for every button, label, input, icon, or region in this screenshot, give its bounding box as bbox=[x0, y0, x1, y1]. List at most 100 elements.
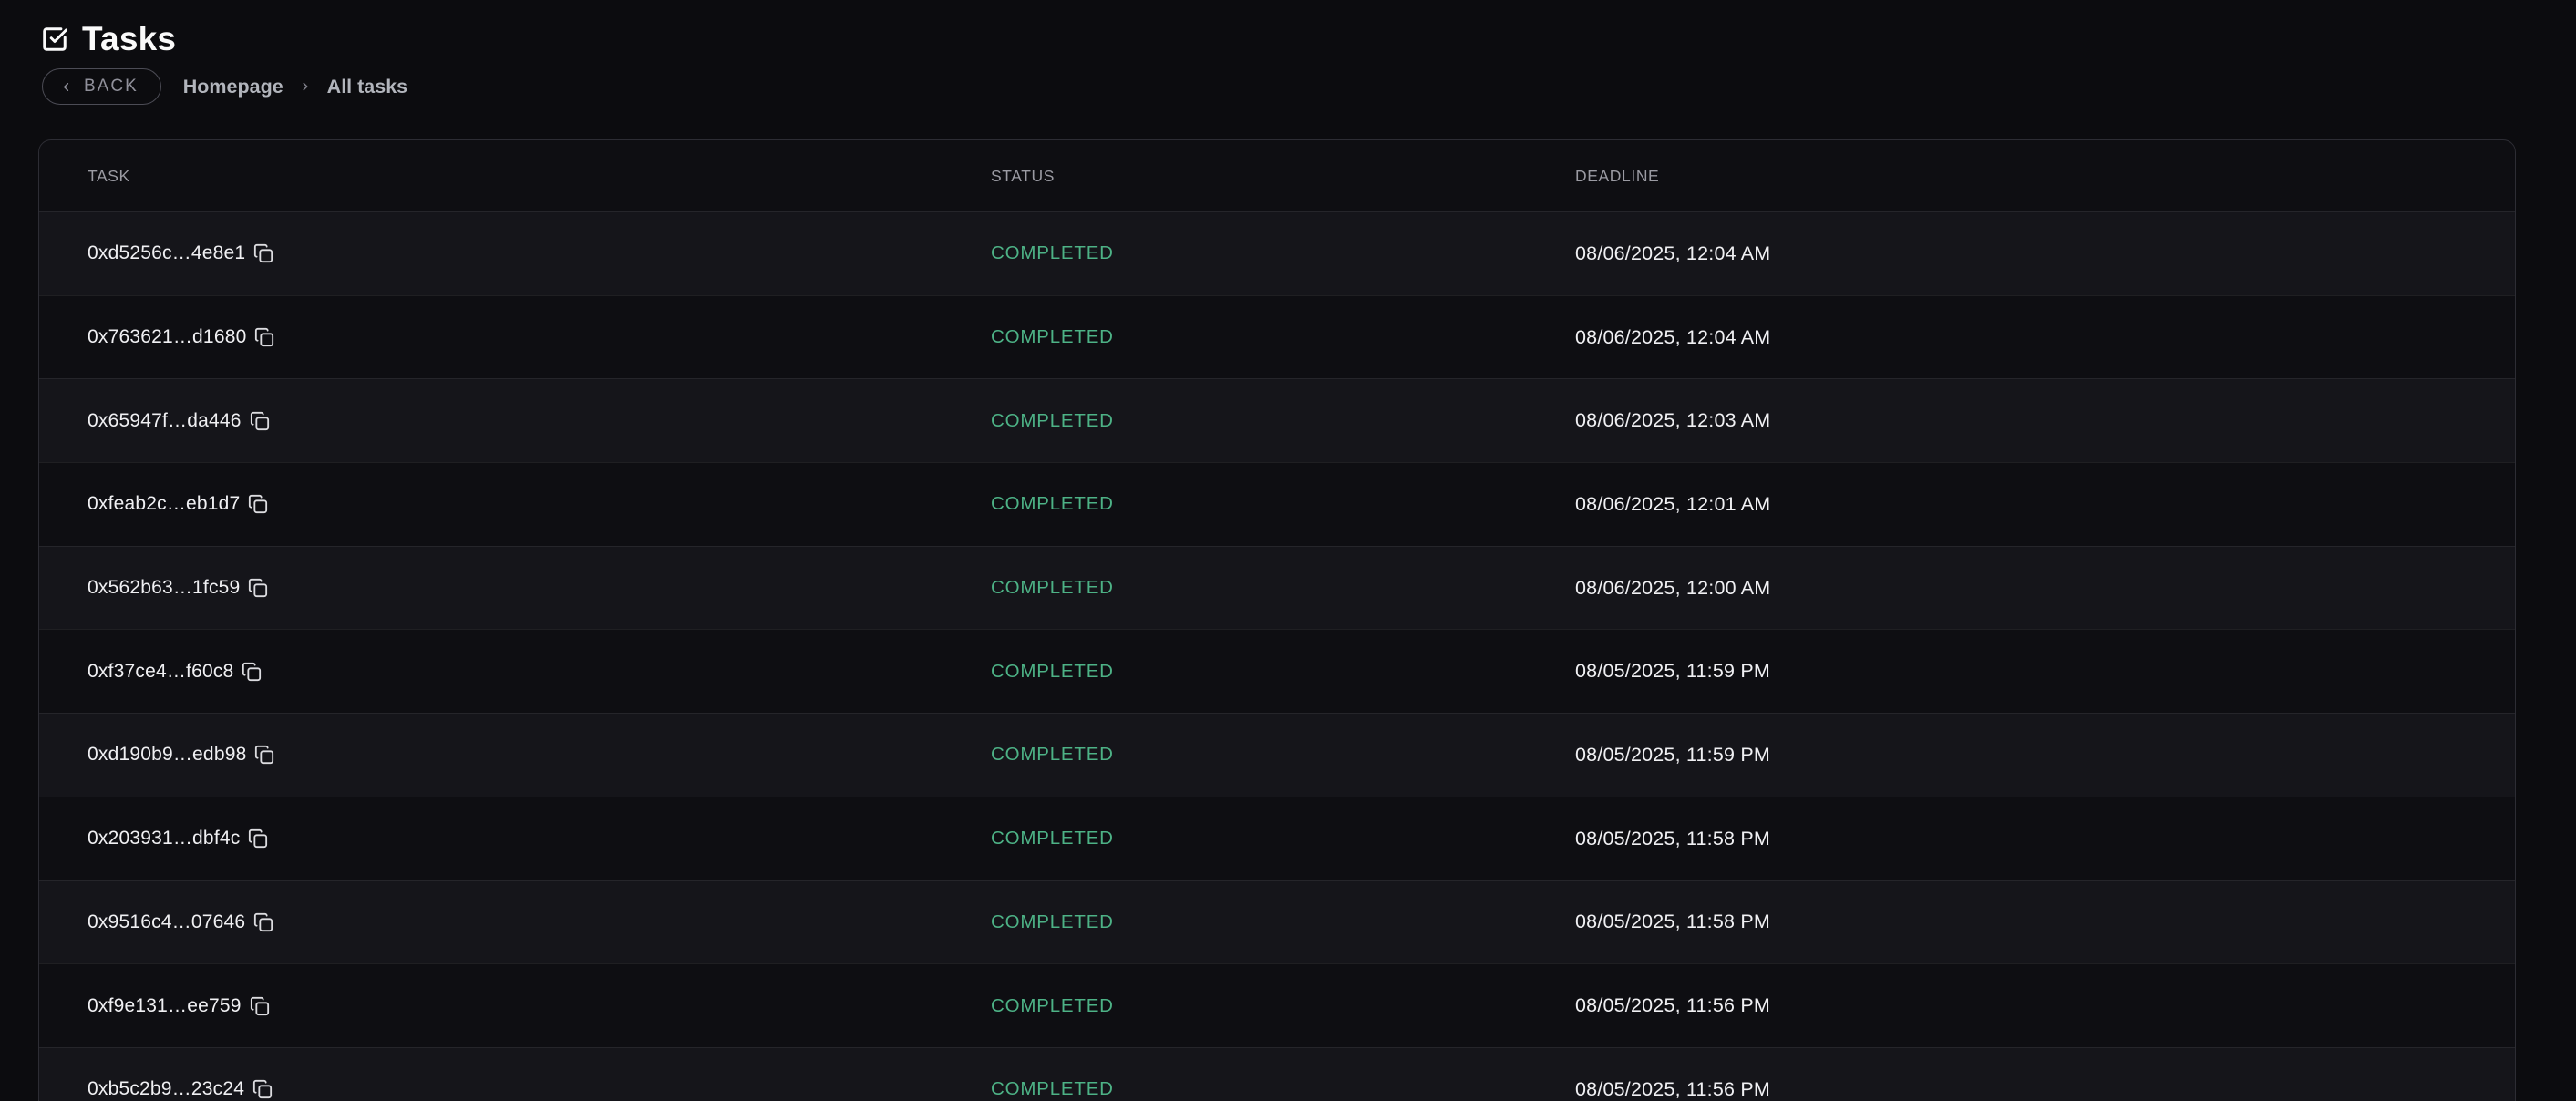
status-badge: COMPLETED bbox=[991, 242, 1114, 263]
breadcrumb-all-tasks: All tasks bbox=[327, 76, 407, 98]
task-id: 0x763621…d1680 bbox=[88, 326, 246, 348]
deadline-cell: 08/06/2025, 12:04 AM bbox=[1575, 242, 2515, 265]
task-id: 0x65947f…da446 bbox=[88, 410, 242, 432]
check-square-icon bbox=[41, 26, 68, 53]
chevron-left-icon bbox=[59, 80, 73, 94]
table-body: 0xd5256c…4e8e1 COMPLETED 08/06/2025, 12:… bbox=[39, 211, 2515, 1101]
table-row[interactable]: 0x562b63…1fc59 COMPLETED 08/06/2025, 12:… bbox=[39, 546, 2515, 630]
task-id: 0xd190b9…edb98 bbox=[88, 744, 246, 766]
status-cell: COMPLETED bbox=[991, 661, 1575, 683]
deadline-text: 08/05/2025, 11:59 PM bbox=[1575, 744, 1770, 766]
deadline-text: 08/05/2025, 11:58 PM bbox=[1575, 828, 1770, 849]
status-badge: COMPLETED bbox=[991, 410, 1114, 431]
status-badge: COMPLETED bbox=[991, 828, 1114, 849]
table-row[interactable]: 0xb5c2b9…23c24 COMPLETED 08/05/2025, 11:… bbox=[39, 1047, 2515, 1101]
status-cell: COMPLETED bbox=[991, 242, 1575, 264]
status-cell: COMPLETED bbox=[991, 828, 1575, 849]
status-badge: COMPLETED bbox=[991, 326, 1114, 347]
status-cell: COMPLETED bbox=[991, 410, 1575, 432]
table-row[interactable]: 0x9516c4…07646 COMPLETED 08/05/2025, 11:… bbox=[39, 880, 2515, 964]
copy-icon[interactable] bbox=[252, 1079, 273, 1099]
task-cell: 0xf9e131…ee759 bbox=[88, 995, 991, 1017]
deadline-text: 08/05/2025, 11:56 PM bbox=[1575, 994, 1770, 1016]
deadline-text: 08/06/2025, 12:04 AM bbox=[1575, 326, 1770, 348]
deadline-text: 08/05/2025, 11:56 PM bbox=[1575, 1078, 1770, 1100]
deadline-cell: 08/05/2025, 11:56 PM bbox=[1575, 1078, 2515, 1101]
task-cell: 0x562b63…1fc59 bbox=[88, 577, 991, 599]
chevron-right-icon bbox=[299, 80, 312, 93]
table-row[interactable]: 0xd5256c…4e8e1 COMPLETED 08/06/2025, 12:… bbox=[39, 211, 2515, 295]
table-row[interactable]: 0x763621…d1680 COMPLETED 08/06/2025, 12:… bbox=[39, 295, 2515, 379]
status-cell: COMPLETED bbox=[991, 1078, 1575, 1100]
page-header: Tasks BACK Homepage All tasks bbox=[0, 0, 2576, 105]
table-row[interactable]: 0xf9e131…ee759 COMPLETED 08/05/2025, 11:… bbox=[39, 963, 2515, 1047]
copy-icon[interactable] bbox=[254, 327, 274, 347]
copy-icon[interactable] bbox=[250, 411, 270, 431]
deadline-text: 08/06/2025, 12:04 AM bbox=[1575, 242, 1770, 264]
deadline-cell: 08/06/2025, 12:00 AM bbox=[1575, 577, 2515, 600]
copy-icon[interactable] bbox=[253, 912, 273, 932]
status-cell: COMPLETED bbox=[991, 911, 1575, 933]
task-cell: 0xfeab2c…eb1d7 bbox=[88, 493, 991, 515]
task-cell: 0x65947f…da446 bbox=[88, 410, 991, 432]
task-id: 0xf9e131…ee759 bbox=[88, 995, 242, 1017]
task-id: 0xfeab2c…eb1d7 bbox=[88, 493, 240, 515]
task-id: 0x9516c4…07646 bbox=[88, 911, 245, 933]
deadline-cell: 08/06/2025, 12:03 AM bbox=[1575, 409, 2515, 432]
table-row[interactable]: 0xf37ce4…f60c8 COMPLETED 08/05/2025, 11:… bbox=[39, 629, 2515, 713]
status-cell: COMPLETED bbox=[991, 577, 1575, 599]
status-badge: COMPLETED bbox=[991, 995, 1114, 1016]
status-badge: COMPLETED bbox=[991, 493, 1114, 514]
copy-icon[interactable] bbox=[248, 578, 268, 598]
status-cell: COMPLETED bbox=[991, 326, 1575, 348]
table-row[interactable]: 0x65947f…da446 COMPLETED 08/06/2025, 12:… bbox=[39, 378, 2515, 462]
status-cell: COMPLETED bbox=[991, 995, 1575, 1017]
copy-icon[interactable] bbox=[248, 494, 268, 514]
task-id: 0xf37ce4…f60c8 bbox=[88, 661, 233, 683]
status-badge: COMPLETED bbox=[991, 744, 1114, 765]
task-cell: 0xd5256c…4e8e1 bbox=[88, 242, 991, 264]
table-row[interactable]: 0xfeab2c…eb1d7 COMPLETED 08/06/2025, 12:… bbox=[39, 462, 2515, 546]
column-header-task: TASK bbox=[88, 167, 991, 186]
task-id: 0x203931…dbf4c bbox=[88, 828, 240, 849]
task-cell: 0x9516c4…07646 bbox=[88, 911, 991, 933]
column-header-status: STATUS bbox=[991, 167, 1575, 186]
deadline-text: 08/06/2025, 12:00 AM bbox=[1575, 577, 1770, 599]
deadline-cell: 08/05/2025, 11:58 PM bbox=[1575, 828, 2515, 850]
copy-icon[interactable] bbox=[254, 745, 274, 765]
table-header-row: TASK STATUS DEADLINE bbox=[39, 140, 2515, 211]
table-row[interactable]: 0xd190b9…edb98 COMPLETED 08/05/2025, 11:… bbox=[39, 713, 2515, 797]
copy-icon[interactable] bbox=[248, 828, 268, 849]
status-badge: COMPLETED bbox=[991, 661, 1114, 682]
deadline-cell: 08/05/2025, 11:58 PM bbox=[1575, 911, 2515, 933]
breadcrumb: Homepage All tasks bbox=[183, 76, 407, 98]
copy-icon[interactable] bbox=[253, 243, 273, 263]
deadline-text: 08/05/2025, 11:59 PM bbox=[1575, 660, 1770, 682]
task-cell: 0x203931…dbf4c bbox=[88, 828, 991, 849]
copy-icon[interactable] bbox=[250, 996, 270, 1016]
task-cell: 0xb5c2b9…23c24 bbox=[88, 1078, 991, 1100]
tasks-table: TASK STATUS DEADLINE 0xd5256c…4e8e1 COMP… bbox=[38, 139, 2516, 1101]
task-cell: 0xd190b9…edb98 bbox=[88, 744, 991, 766]
task-id: 0xb5c2b9…23c24 bbox=[88, 1078, 244, 1100]
back-button[interactable]: BACK bbox=[42, 68, 161, 105]
page-title: Tasks bbox=[82, 20, 176, 58]
breadcrumb-homepage[interactable]: Homepage bbox=[183, 76, 283, 98]
status-cell: COMPLETED bbox=[991, 493, 1575, 515]
deadline-text: 08/05/2025, 11:58 PM bbox=[1575, 911, 1770, 932]
status-badge: COMPLETED bbox=[991, 911, 1114, 932]
column-header-deadline: DEADLINE bbox=[1575, 167, 2515, 186]
status-badge: COMPLETED bbox=[991, 1078, 1114, 1099]
task-cell: 0x763621…d1680 bbox=[88, 326, 991, 348]
deadline-cell: 08/05/2025, 11:56 PM bbox=[1575, 994, 2515, 1017]
deadline-cell: 08/05/2025, 11:59 PM bbox=[1575, 660, 2515, 683]
table-row[interactable]: 0x203931…dbf4c COMPLETED 08/05/2025, 11:… bbox=[39, 797, 2515, 880]
task-cell: 0xf37ce4…f60c8 bbox=[88, 661, 991, 683]
copy-icon[interactable] bbox=[242, 662, 262, 682]
deadline-text: 08/06/2025, 12:01 AM bbox=[1575, 493, 1770, 515]
status-cell: COMPLETED bbox=[991, 744, 1575, 766]
status-badge: COMPLETED bbox=[991, 577, 1114, 598]
back-button-label: BACK bbox=[84, 77, 139, 97]
task-id: 0x562b63…1fc59 bbox=[88, 577, 240, 599]
deadline-cell: 08/05/2025, 11:59 PM bbox=[1575, 744, 2515, 767]
